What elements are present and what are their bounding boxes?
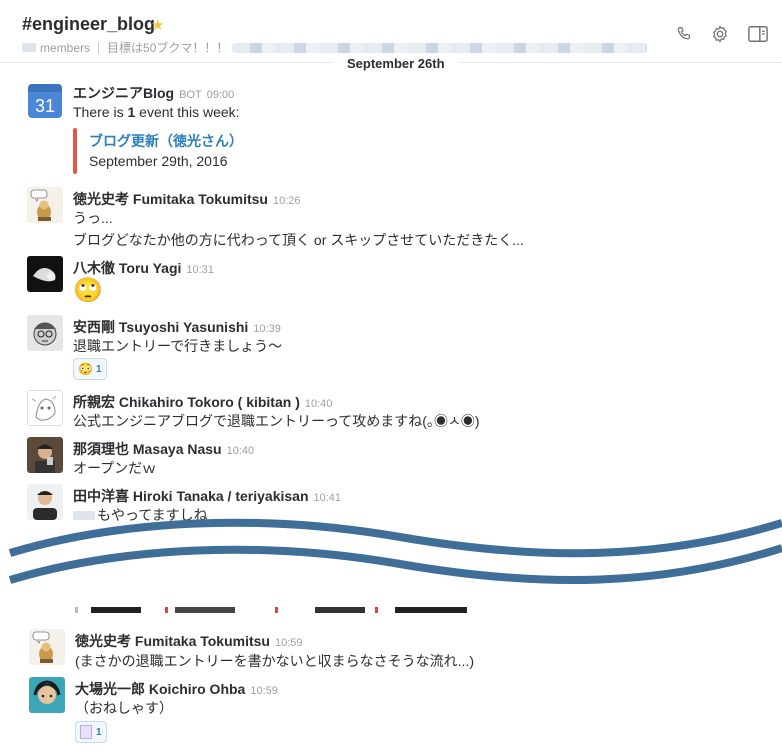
message-text: (まさかの退職エントリーを書かないと収まらなさそうな流れ...) (75, 653, 474, 669)
event-text-prefix: There is (73, 104, 128, 120)
calendar-day: 31 (35, 96, 55, 116)
message-text: 退職エントリーで行きましょう〜 (73, 338, 283, 354)
reaction-button[interactable]: 😳 1 (73, 358, 107, 380)
message-text: ブログどなたか他の方に代わって頂く or スキップさせていただきたく... (73, 232, 524, 248)
bot-tag: BOT (179, 89, 202, 101)
channel-meta: members 目標は50ブクマ！！！ (22, 39, 648, 56)
omission-wave (8, 518, 782, 585)
reaction-count: 1 (96, 726, 102, 738)
message-text: 公式エンジニアブログで退職エントリーって攻めますね(｡◉ㅅ◉) (73, 413, 480, 429)
day-divider-label: September 26th (333, 55, 459, 73)
timestamp[interactable]: 09:00 (207, 89, 235, 101)
message-text: オープンだｗ (73, 460, 157, 476)
timestamp[interactable]: 10:41 (314, 492, 342, 504)
sender-name[interactable]: エンジニアBlog (73, 85, 174, 101)
sender-name[interactable]: 八木徹 Toru Yagi (73, 260, 181, 276)
timestamp[interactable]: 10:31 (186, 264, 214, 276)
phone-icon (677, 27, 691, 40)
sidebar-toggle-icon (748, 26, 768, 42)
channel-title[interactable]: #engineer_blog (22, 14, 155, 35)
calendar-icon[interactable]: 31 (28, 84, 62, 118)
toggle-sidebar-button[interactable] (746, 22, 770, 46)
avatar[interactable] (27, 315, 63, 351)
message-header: 徳光史考 Fumitaka Tokumitsu 10:26 (73, 189, 301, 209)
member-count-redacted (22, 43, 36, 52)
timestamp[interactable]: 10:59 (250, 685, 278, 697)
sender-name[interactable]: 大場光一郎 Koichiro Ohba (75, 681, 245, 697)
message-text: There is 1 event this week: (73, 104, 240, 120)
channel-header: #engineer_blog ★ members 目標は50ブクマ！！！ (0, 0, 782, 63)
event-title-link[interactable]: ブログ更新（徳光さん） (89, 131, 243, 151)
timestamp[interactable]: 10:40 (227, 445, 255, 457)
event-text-suffix: event this week: (135, 104, 240, 120)
gear-icon (713, 25, 727, 43)
call-button[interactable] (672, 22, 696, 46)
reaction-count: 1 (95, 363, 102, 375)
avatar[interactable] (29, 677, 65, 713)
sender-name[interactable]: 徳光史考 Fumitaka Tokumitsu (75, 633, 270, 649)
message-header: 徳光史考 Fumitaka Tokumitsu 10:59 (75, 631, 303, 651)
rolling-eyes-emoji: 🙄 (73, 277, 103, 304)
message-text: （おねしゃす） (75, 700, 173, 716)
message-header: 田中洋喜 Hiroki Tanaka / teriyakisan 10:41 (73, 486, 341, 506)
avatar[interactable] (27, 437, 63, 473)
message-header: 安西剛 Tsuyoshi Yasunishi 10:39 (73, 317, 281, 337)
message-text: うっ... (73, 210, 113, 226)
partial-image-strip (75, 607, 467, 613)
message-header: 八木徹 Toru Yagi 10:31 (73, 258, 214, 278)
message-header: 所親宏 Chikahiro Tokoro ( kibitan ) 10:40 (73, 392, 332, 412)
timestamp[interactable]: 10:39 (253, 323, 281, 335)
avatar[interactable] (27, 256, 63, 292)
message-header: エンジニアBlog BOT 09:00 (73, 83, 234, 103)
channel-settings-button[interactable] (708, 22, 732, 46)
avatar[interactable] (27, 187, 63, 223)
sender-name[interactable]: 安西剛 Tsuyoshi Yasunishi (73, 319, 248, 335)
avatar[interactable] (27, 390, 63, 426)
sender-name[interactable]: 所親宏 Chikahiro Tokoro ( kibitan ) (73, 394, 300, 410)
purpose-redacted (232, 42, 648, 53)
message-header: 那須理也 Masaya Nasu 10:40 (73, 439, 254, 459)
timestamp[interactable]: 10:40 (305, 398, 333, 410)
sender-name[interactable]: 那須理也 Masaya Nasu (73, 441, 222, 457)
event-attachment-bar (73, 128, 77, 174)
sender-name[interactable]: 徳光史考 Fumitaka Tokumitsu (73, 191, 268, 207)
message-header: 大場光一郎 Koichiro Ohba 10:59 (75, 679, 278, 699)
timestamp[interactable]: 10:26 (273, 195, 301, 207)
channel-purpose: 目標は50ブクマ！！！ (107, 41, 229, 55)
avatar[interactable] (29, 629, 65, 665)
star-icon[interactable]: ★ (151, 16, 164, 34)
members-label[interactable]: members (40, 41, 90, 55)
flushed-emoji: 😳 (78, 362, 93, 376)
event-date: September 29th, 2016 (89, 153, 228, 169)
custom-emoji-icon (80, 725, 92, 739)
reaction-button[interactable]: 1 (75, 721, 107, 743)
meta-divider (98, 41, 100, 54)
sender-name[interactable]: 田中洋喜 Hiroki Tanaka / teriyakisan (73, 488, 309, 504)
timestamp[interactable]: 10:59 (275, 637, 303, 649)
